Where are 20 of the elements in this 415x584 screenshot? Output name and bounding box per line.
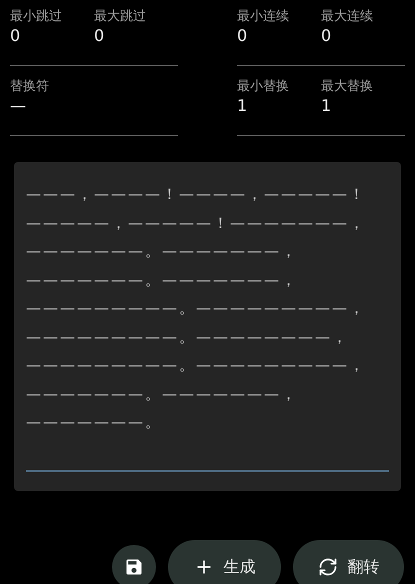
field-label: 最小跳过 [10, 8, 63, 26]
field-value[interactable]: 0 [321, 26, 405, 46]
field-value[interactable]: 0 [237, 26, 321, 46]
field-label: 最大连续 [321, 8, 374, 26]
field-label: 最小连续 [237, 8, 290, 26]
field-label: 替换符 [10, 78, 50, 96]
field-value[interactable]: 0 [10, 26, 94, 46]
save-icon [124, 557, 144, 577]
output-text[interactable]: ———，————！————，—————！—————，—————！———————，———————。———————，———————。———————，—————————。—————————，—————————。————————，—————————。—————————，———————。———————，———————。 [26, 180, 389, 470]
field-value[interactable]: 0 [94, 26, 178, 46]
refresh-icon [318, 557, 338, 577]
save-button[interactable] [112, 545, 156, 584]
flip-button[interactable]: 翻转 [293, 540, 404, 584]
field-label: 最大跳过 [94, 8, 147, 26]
field-value[interactable]: — [10, 96, 94, 116]
field-value[interactable]: 1 [237, 96, 321, 116]
field-label: 最大替换 [321, 78, 374, 96]
field-label: 最小替换 [237, 78, 290, 96]
field-value[interactable]: 1 [321, 96, 405, 116]
generate-button[interactable]: 生成 [168, 540, 281, 584]
